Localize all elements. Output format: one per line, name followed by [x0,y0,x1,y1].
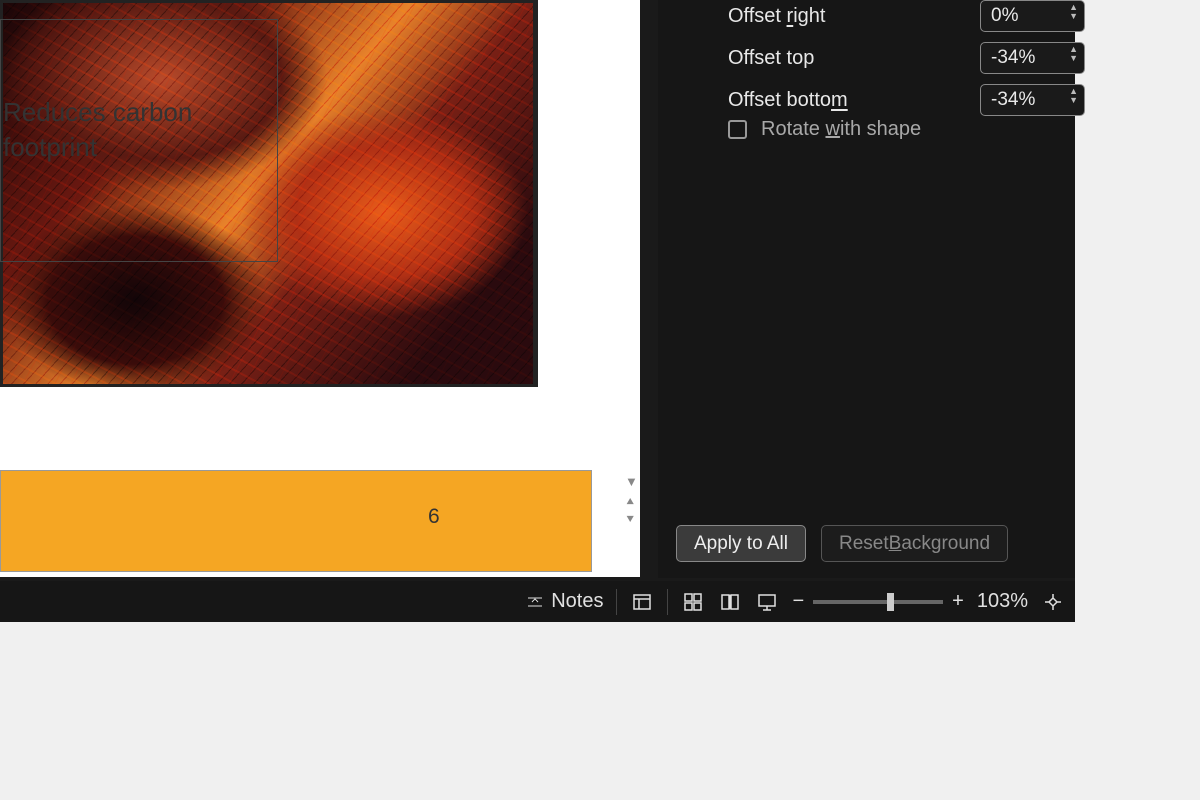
zoom-controls: − + [792,590,963,613]
zoom-in-button[interactable]: + [952,590,964,613]
divider [616,589,617,615]
offset-top-input[interactable]: ▲▼ [980,42,1085,74]
slideshow-button[interactable] [755,590,779,614]
spinner-down-icon[interactable]: ▼ [1069,96,1078,105]
zoom-slider[interactable] [813,600,943,604]
reading-view-button[interactable] [718,590,742,614]
offset-bottom-label: Offset bottom [728,89,918,112]
slide-number: 6 [428,505,440,529]
zoom-percent[interactable]: 103% [977,590,1028,613]
status-bar: Notes − + 103% [0,581,1075,622]
canvas-area: Reduces carbon footprint 6 ▼ ⯆ ⯆ [0,0,640,577]
spinner-down-icon[interactable]: ▼ [1069,54,1078,63]
offset-top-row: Offset top ▲▼ [728,42,1085,74]
zoom-out-button[interactable]: − [792,590,804,613]
offset-right-field[interactable] [991,5,1051,27]
nav-prev-icon[interactable]: ▼ [625,475,638,488]
notes-icon [525,592,545,612]
normal-view-button[interactable] [630,590,654,614]
slide-accent-bar [0,470,592,572]
offset-bottom-field[interactable] [991,89,1051,111]
offset-right-label: Offset right [728,5,918,28]
nav-last-icon[interactable]: ⯆ [625,513,638,526]
reset-background-button[interactable]: Reset Background [821,525,1008,562]
offset-top-label: Offset top [728,47,918,70]
rotate-with-shape-row: Rotate with shape [728,118,921,141]
nav-first-icon[interactable]: ⯆ [625,494,638,507]
rotate-with-shape-checkbox[interactable] [728,120,747,139]
app-window: Reduces carbon footprint 6 ▼ ⯆ ⯆ Offset … [0,0,1075,622]
offset-top-field[interactable] [991,47,1051,69]
notes-button[interactable]: Notes [525,590,603,613]
text-box-content: Reduces carbon footprint [3,95,192,165]
spinner-down-icon[interactable]: ▼ [1069,12,1078,21]
offset-right-row: Offset right ▲▼ [728,0,1085,32]
fit-to-window-button[interactable] [1041,590,1065,614]
text-box[interactable]: Reduces carbon footprint [0,19,278,262]
offset-bottom-input[interactable]: ▲▼ [980,84,1085,116]
format-background-panel: Offset right ▲▼ Offset top ▲▼ Offset bot… [658,0,1075,578]
divider [667,589,668,615]
apply-to-all-button[interactable]: Apply to All [676,525,806,562]
slide-sorter-button[interactable] [681,590,705,614]
slide-nav-buttons: ▼ ⯆ ⯆ [625,475,638,526]
panel-buttons: Apply to All Reset Background [676,525,1008,562]
rotate-with-shape-label: Rotate with shape [761,118,921,141]
offset-bottom-row: Offset bottom ▲▼ [728,84,1085,116]
offset-right-input[interactable]: ▲▼ [980,0,1085,32]
